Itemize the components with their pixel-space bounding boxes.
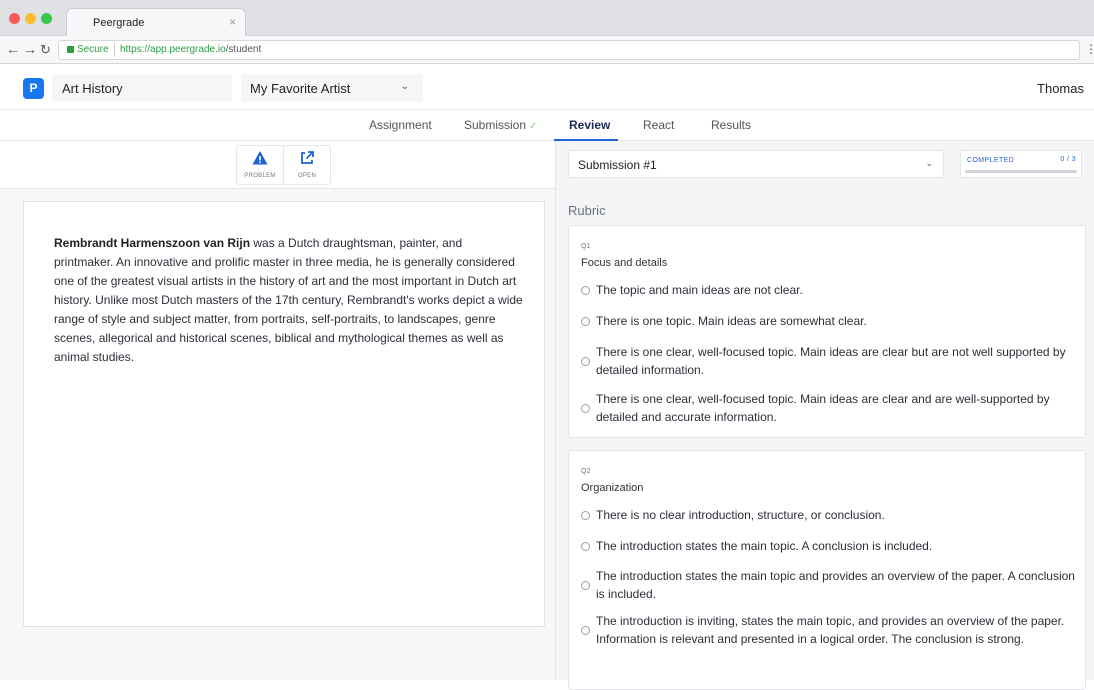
document-text: Rembrandt Harmenszoon van Rijn was a Dut… [54, 234, 524, 367]
document-toolbar: PROBLEM OPEN [0, 141, 555, 189]
warning-icon [252, 151, 268, 165]
tab-label: Results [711, 118, 752, 132]
review-pane: Submission #1 ⌄ COMPLETED 0 / 3 Rubric Q… [555, 141, 1094, 690]
rubric-option[interactable]: There is one clear, well-focused topic. … [581, 343, 1077, 379]
browser-tab[interactable]: Peergrade × [66, 8, 246, 37]
problem-label: PROBLEM [244, 173, 276, 179]
open-button[interactable]: OPEN [283, 145, 331, 185]
radio-button[interactable] [581, 403, 590, 413]
browser-tab-title: Peergrade [93, 17, 145, 29]
radio-button[interactable] [581, 625, 590, 635]
progress-bar [965, 170, 1077, 173]
radio-button[interactable] [581, 510, 590, 520]
option-text: The introduction states the main topic. … [596, 539, 933, 553]
maximize-window-button[interactable] [41, 13, 52, 24]
tab-label: React [643, 118, 675, 132]
question-number: Q2 [581, 468, 591, 475]
assignment-tabs: Assignment Submission ✓ Review React Resu… [0, 110, 1094, 141]
secure-label: Secure [77, 44, 109, 55]
url-divider [114, 43, 115, 57]
url-input[interactable]: Secure https://app.peergrade.io/student [58, 40, 1080, 60]
tab-label: Assignment [369, 118, 432, 132]
document-body: was a Dutch draughtsman, painter, and pr… [54, 236, 523, 364]
radio-button[interactable] [581, 285, 590, 295]
submission-document: Rembrandt Harmenszoon van Rijn was a Dut… [23, 201, 545, 627]
completed-label: COMPLETED [967, 157, 1015, 164]
external-link-icon [301, 151, 314, 164]
assignment-selector-label: My Favorite Artist [250, 81, 351, 96]
browser-tab-bar: Peergrade × [0, 0, 1094, 37]
peergrade-logo[interactable]: P [23, 78, 44, 99]
option-text: There is one clear, well-focused topic. … [596, 345, 1066, 377]
problem-button[interactable]: PROBLEM [236, 145, 284, 185]
browser-menu-icon[interactable]: ⋮ [1085, 42, 1094, 56]
reload-icon[interactable]: ↻ [40, 42, 51, 58]
submission-selector-label: Submission #1 [578, 158, 657, 172]
rubric-option[interactable]: There is one topic. Main ideas are somew… [581, 312, 1077, 330]
check-icon: ✓ [529, 121, 538, 132]
address-bar: ← → ↻ Secure https://app.peergrade.io/st… [0, 36, 1094, 64]
submission-selector[interactable]: Submission #1 ⌄ [568, 150, 944, 178]
radio-button[interactable] [581, 541, 590, 551]
tab-close-icon[interactable]: × [229, 15, 236, 29]
radio-button[interactable] [581, 316, 590, 326]
rubric-option[interactable]: The introduction is inviting, states the… [581, 612, 1077, 648]
url-path: /student [225, 44, 262, 55]
url-host: https://app.peergrade.io [120, 44, 226, 55]
tab-review[interactable]: Review [569, 118, 610, 132]
chevron-down-icon: ⌄ [925, 158, 933, 168]
question-title: Organization [581, 482, 644, 494]
radio-button[interactable] [581, 580, 590, 590]
open-label: OPEN [297, 173, 317, 179]
app-header: P Art History My Favorite Artist ⌄ Thoma… [0, 64, 1094, 110]
rubric-option[interactable]: The topic and main ideas are not clear. [581, 281, 1077, 299]
tab-react[interactable]: React [643, 118, 674, 132]
completed-count: 0 / 3 [1060, 156, 1076, 163]
forward-arrow-icon[interactable]: → [23, 41, 37, 57]
lock-icon [67, 46, 74, 53]
tab-label: Submission [464, 118, 527, 132]
rubric-option[interactable]: The introduction states the main topic. … [581, 537, 1077, 555]
question-title: Focus and details [581, 257, 668, 269]
rubric-title: Rubric [568, 203, 606, 218]
radio-button[interactable] [581, 356, 590, 366]
rubric-question-card: Q2 Organization There is no clear introd… [568, 450, 1086, 690]
close-window-button[interactable] [9, 13, 20, 24]
tab-assignment[interactable]: Assignment [369, 118, 432, 132]
option-text: There is one clear, well-focused topic. … [596, 392, 1050, 424]
document-bold-name: Rembrandt Harmenszoon van Rijn [54, 236, 251, 250]
user-name[interactable]: Thomas [1037, 81, 1084, 96]
option-text: The introduction states the main topic a… [596, 569, 1075, 601]
tab-results[interactable]: Results [711, 118, 751, 132]
assignment-selector[interactable]: My Favorite Artist ⌄ [241, 74, 423, 102]
option-text: There is no clear introduction, structur… [596, 508, 885, 522]
option-text: The topic and main ideas are not clear. [596, 283, 803, 297]
tab-label: Review [569, 118, 611, 132]
rubric-option[interactable]: There is one clear, well-focused topic. … [581, 390, 1077, 426]
minimize-window-button[interactable] [25, 13, 36, 24]
tab-submission[interactable]: Submission ✓ [464, 118, 537, 132]
submission-pane: PROBLEM OPEN Rembrandt Harmenszoon van R… [0, 141, 555, 680]
rubric-option[interactable]: There is no clear introduction, structur… [581, 506, 1077, 524]
option-text: The introduction is inviting, states the… [596, 614, 1065, 646]
url-text: https://app.peergrade.io/student [120, 44, 261, 55]
chevron-down-icon: ⌄ [400, 81, 409, 92]
question-number: Q1 [581, 243, 591, 250]
option-text: There is one topic. Main ideas are somew… [596, 314, 867, 328]
rubric-option[interactable]: The introduction states the main topic a… [581, 567, 1077, 603]
completed-progress: COMPLETED 0 / 3 [960, 150, 1082, 178]
rubric-question-card: Q1 Focus and details The topic and main … [568, 225, 1086, 438]
course-selector[interactable]: Art History [52, 74, 232, 102]
back-arrow-icon[interactable]: ← [6, 41, 20, 57]
